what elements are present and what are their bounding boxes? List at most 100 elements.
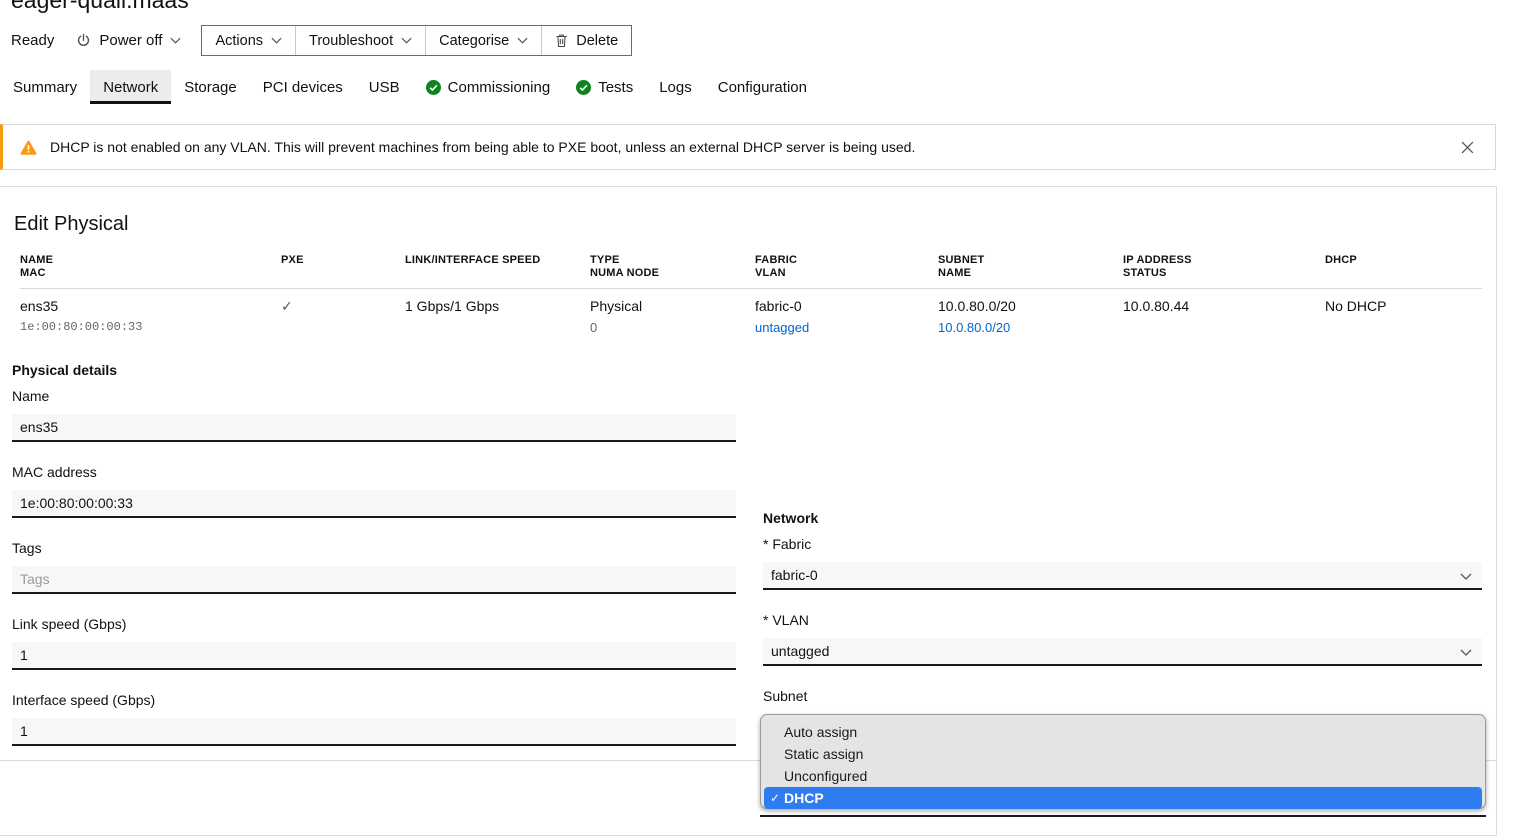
interface-speed-field: Interface speed (Gbps) — [12, 692, 736, 746]
pxe-cell: ✓ — [281, 298, 405, 335]
status-bar: Ready Power off Actions Troubleshoot Cat… — [11, 25, 632, 56]
tab-label: Tests — [598, 79, 633, 96]
tab-label: USB — [369, 79, 400, 96]
numa-node: 0 — [590, 320, 755, 335]
delete-label: Delete — [576, 33, 618, 49]
ip-address: 10.0.80.44 — [1123, 298, 1325, 315]
power-dropdown[interactable]: Power off — [76, 32, 181, 49]
tags-input[interactable] — [12, 566, 736, 594]
name-input[interactable] — [12, 414, 736, 442]
tab-label: Network — [103, 79, 158, 96]
tab-label: PCI devices — [263, 79, 343, 96]
chevron-down-icon — [401, 37, 412, 44]
categorise-label: Categorise — [439, 33, 509, 49]
interface-table-row: ens35 1e:00:80:00:00:33 ✓ 1 Gbps/1 Gbps … — [20, 289, 1482, 335]
pxe-check-icon: ✓ — [281, 298, 293, 314]
link-speed-input[interactable] — [12, 642, 736, 670]
subnet-name-link[interactable]: 10.0.80.0/20 — [938, 320, 1123, 335]
check-circle-icon — [426, 80, 441, 95]
tab-label: Summary — [13, 79, 77, 96]
network-section: Network * Fabric fabric-0 * VLAN untagge… — [763, 510, 1482, 742]
tab-label: Configuration — [718, 79, 807, 96]
tab-storage[interactable]: Storage — [171, 70, 250, 104]
mac-address-field: MAC address — [12, 464, 736, 518]
warning-banner: DHCP is not enabled on any VLAN. This wi… — [0, 124, 1496, 170]
trash-icon — [555, 33, 568, 48]
mac-address-label: MAC address — [12, 464, 736, 481]
vlan-label: * VLAN — [763, 612, 1482, 629]
vlan-select[interactable]: untagged — [763, 638, 1482, 666]
header-subnet-name: SUBNETNAME — [938, 254, 1123, 280]
tab-bar: Summary Network Storage PCI devices USB … — [0, 70, 1514, 104]
option-unconfigured[interactable]: Unconfigured — [764, 765, 1482, 787]
name-field: Name — [12, 388, 736, 442]
option-label: DHCP — [784, 790, 824, 806]
subnet-select-underline — [760, 815, 1486, 817]
fabric-value: fabric-0 — [755, 298, 938, 315]
chevron-down-icon — [271, 37, 282, 44]
link-speed-cell: 1 Gbps/1 Gbps — [405, 298, 590, 335]
warning-icon — [20, 140, 37, 155]
troubleshoot-dropdown[interactable]: Troubleshoot — [295, 26, 425, 55]
ip-cell: 10.0.80.44 — [1123, 298, 1325, 335]
header-name-mac: NAMEMAC — [20, 254, 281, 280]
interface-table-header: NAMEMAC PXE LINK/INTERFACE SPEED TYPENUM… — [20, 254, 1482, 289]
tab-summary[interactable]: Summary — [0, 70, 90, 104]
fabric-field: * Fabric fabric-0 — [763, 536, 1482, 590]
check-circle-icon — [576, 80, 591, 95]
header-type-numa: TYPENUMA NODE — [590, 254, 755, 280]
option-dhcp[interactable]: ✓ DHCP — [764, 787, 1482, 809]
categorise-dropdown[interactable]: Categorise — [425, 26, 541, 55]
name-label: Name — [12, 388, 736, 405]
tab-configuration[interactable]: Configuration — [705, 70, 820, 104]
actions-dropdown[interactable]: Actions — [202, 26, 295, 55]
header-fabric-vlan: FABRICVLAN — [755, 254, 938, 280]
link-speed-field: Link speed (Gbps) — [12, 616, 736, 670]
physical-details-section: Physical details Name MAC address Tags L… — [12, 362, 736, 768]
fabric-selected-value: fabric-0 — [771, 567, 818, 583]
dhcp-cell: No DHCP — [1325, 298, 1482, 335]
vlan-link[interactable]: untagged — [755, 320, 938, 335]
tags-label: Tags — [12, 540, 736, 557]
edit-physical-card: Edit Physical NAMEMAC PXE LINK/INTERFACE… — [0, 186, 1497, 836]
delete-button[interactable]: Delete — [541, 26, 631, 55]
tab-commissioning[interactable]: Commissioning — [413, 70, 564, 104]
banner-message: DHCP is not enabled on any VLAN. This wi… — [50, 139, 915, 155]
chevron-down-icon — [1460, 649, 1472, 656]
fabric-select[interactable]: fabric-0 — [763, 562, 1482, 590]
vlan-selected-value: untagged — [771, 643, 829, 659]
interface-type: Physical — [590, 298, 755, 315]
interface-name-cell: ens35 1e:00:80:00:00:33 — [20, 298, 281, 335]
subnet-label: Subnet — [763, 688, 1482, 705]
close-icon — [1461, 141, 1474, 154]
tab-network[interactable]: Network — [90, 70, 171, 104]
tab-usb[interactable]: USB — [356, 70, 413, 104]
tab-pci-devices[interactable]: PCI devices — [250, 70, 356, 104]
subnet-cidr: 10.0.80.0/20 — [938, 298, 1123, 315]
option-auto-assign[interactable]: Auto assign — [764, 721, 1482, 743]
option-static-assign[interactable]: Static assign — [764, 743, 1482, 765]
tab-label: Commissioning — [448, 79, 551, 96]
subnet-cell: 10.0.80.0/20 10.0.80.0/20 — [938, 298, 1123, 335]
tab-label: Storage — [184, 79, 237, 96]
fabric-cell: fabric-0 untagged — [755, 298, 938, 335]
link-speed-value: 1 Gbps/1 Gbps — [405, 298, 590, 315]
power-label: Power off — [99, 32, 162, 49]
machine-status: Ready — [11, 32, 54, 49]
chevron-down-icon — [1460, 573, 1472, 580]
actions-label: Actions — [215, 33, 263, 49]
interface-speed-label: Interface speed (Gbps) — [12, 692, 736, 709]
mac-address-input[interactable] — [12, 490, 736, 518]
network-heading: Network — [763, 510, 1482, 526]
tab-tests[interactable]: Tests — [563, 70, 646, 104]
chevron-down-icon — [170, 37, 181, 44]
tags-field: Tags — [12, 540, 736, 594]
physical-details-heading: Physical details — [12, 362, 736, 378]
tab-logs[interactable]: Logs — [646, 70, 705, 104]
header-dhcp: DHCP — [1325, 254, 1482, 280]
check-icon: ✓ — [770, 787, 780, 809]
actions-button-group: Actions Troubleshoot Categorise Delete — [201, 25, 632, 56]
tab-label: Logs — [659, 79, 692, 96]
interface-speed-input[interactable] — [12, 718, 736, 746]
banner-close-button[interactable] — [1457, 137, 1478, 158]
